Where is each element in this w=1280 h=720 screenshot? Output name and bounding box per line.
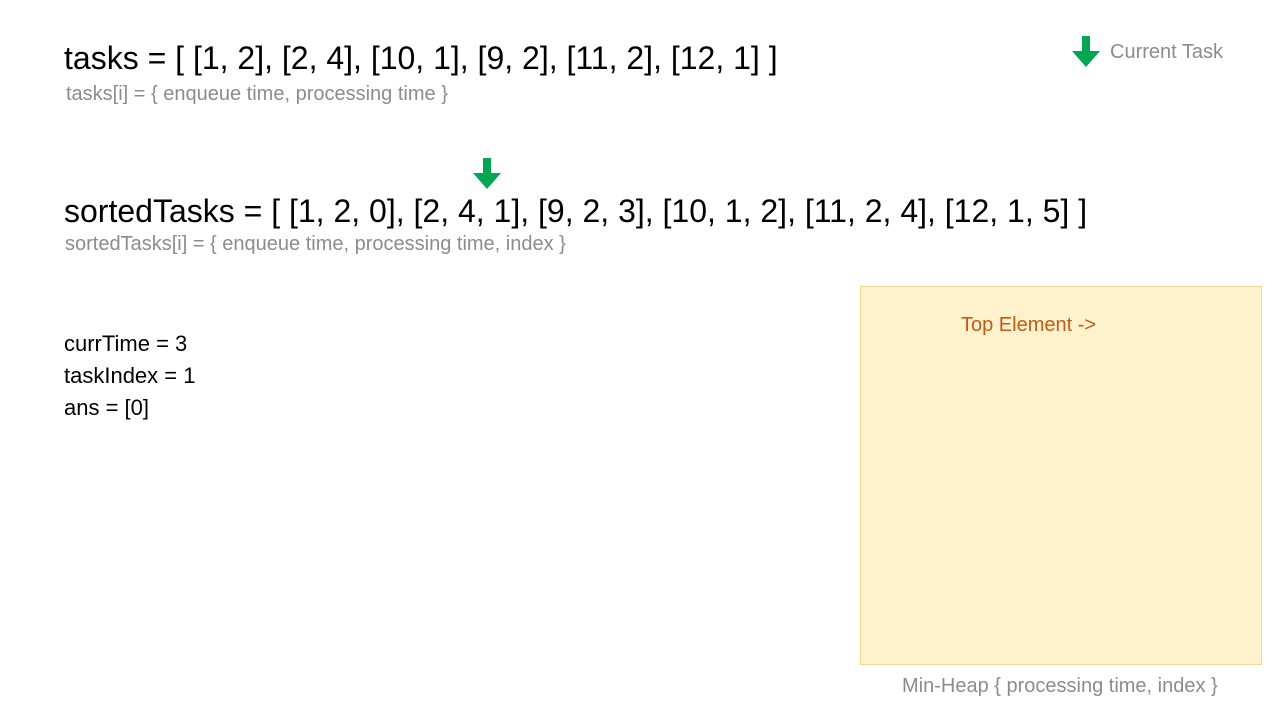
ans: ans = [0]	[64, 395, 150, 420]
min-heap-box: Top Element ->	[860, 286, 1262, 665]
tasks-caption: tasks[i] = { enqueue time, processing ti…	[66, 83, 448, 105]
heap-top-label: Top Element ->	[961, 314, 1097, 336]
sorted-tasks-array: sortedTasks = [ [1, 2, 0], [2, 4, 1], [9…	[64, 193, 1088, 229]
tasks-array: tasks = [ [1, 2], [2, 4], [10, 1], [9, 2…	[64, 40, 778, 76]
legend-label: Current Task	[1110, 40, 1224, 63]
legend: Current Task	[1072, 36, 1223, 68]
state-variables: currTime = 3 taskIndex = 1 ans = [0]	[64, 328, 195, 424]
sorted-tasks-caption: sortedTasks[i] = { enqueue time, process…	[65, 233, 566, 255]
task-index: taskIndex = 1	[64, 363, 196, 388]
current-task-pointer-icon	[473, 158, 501, 189]
min-heap-caption: Min-Heap { processing time, index }	[902, 675, 1218, 697]
current-task-arrow-icon	[1072, 36, 1100, 67]
curr-time: currTime = 3	[64, 331, 188, 356]
